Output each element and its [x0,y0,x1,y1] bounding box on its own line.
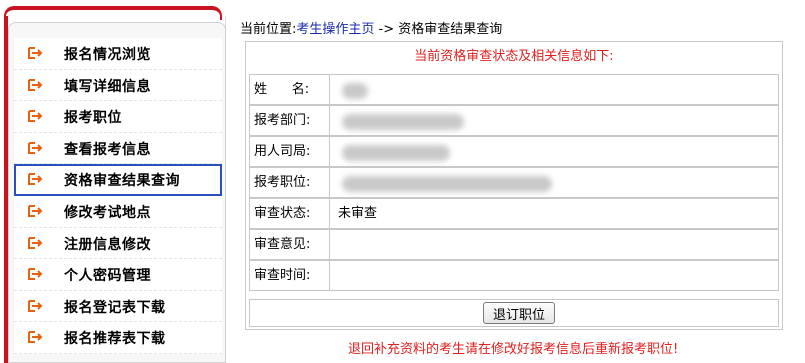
field-label: 审查意见: [250,230,330,259]
sidebar: 报名情况浏览 填写详细信息 报考职位 查看报考信息 资格审查结果查询 修改考试地… [0,0,230,363]
review-result-panel: 当前资格审查状态及相关信息如下: 姓 名: 报考部门: 用人司局: 报考职位: … [245,41,783,330]
sidebar-item-view-application[interactable]: 查看报考信息 [14,132,222,165]
field-label: 姓 名: [250,75,330,104]
arrow-exit-icon [28,299,43,312]
field-row-employer: 用人司局: [249,136,779,167]
sidebar-item-label: 查看报考信息 [64,141,151,158]
field-row-position: 报考职位: [249,167,779,198]
breadcrumb-home-link[interactable]: 考生操作主页 [296,22,374,37]
sidebar-item-label: 报名登记表下载 [64,299,166,316]
breadcrumb: 当前位置:考生操作主页 -> 资格审查结果查询 [240,18,502,37]
sidebar-item-label: 资格审查结果查询 [64,173,180,190]
arrow-exit-icon [28,141,43,154]
sidebar-item-change-exam-location[interactable]: 修改考试地点 [14,195,222,228]
field-row-time: 审查时间: [249,260,779,291]
sidebar-menu: 报名情况浏览 填写详细信息 报考职位 查看报考信息 资格审查结果查询 修改考试地… [14,38,222,354]
arrow-exit-icon [28,173,43,186]
arrow-exit-icon [28,331,43,344]
redacted-value [342,114,464,130]
field-row-department: 报考部门: [249,105,779,136]
sidebar-item-download-recommendation-form[interactable]: 报名推荐表下载 [14,322,222,354]
field-row-opinion: 审查意见: [249,229,779,260]
field-label: 报考部门: [250,106,330,135]
breadcrumb-separator: -> [374,22,395,37]
sidebar-item-label: 个人密码管理 [64,268,151,285]
field-row-status: 审查状态: 未审查 [249,198,779,229]
arrow-exit-icon [28,268,43,281]
redacted-value [342,83,368,99]
sidebar-item-label: 填写详细信息 [64,78,151,95]
sidebar-item-label: 报考职位 [64,110,122,127]
sidebar-item-apply-position[interactable]: 报考职位 [14,101,222,133]
field-label: 审查时间: [250,261,330,290]
field-label: 审查状态: [250,199,330,228]
redacted-value [342,145,450,161]
sidebar-item-label: 报名推荐表下载 [64,331,166,348]
sidebar-item-registration-overview[interactable]: 报名情况浏览 [14,38,222,70]
sidebar-item-label: 报名情况浏览 [64,47,151,63]
field-row-name: 姓 名: [249,74,779,105]
arrow-exit-icon [28,47,43,59]
arrow-exit-icon [28,204,43,217]
sidebar-item-edit-registration[interactable]: 注册信息修改 [14,227,222,260]
arrow-exit-icon [28,236,43,249]
sidebar-item-download-registration-form[interactable]: 报名登记表下载 [14,290,222,323]
breadcrumb-current: 资格审查结果查询 [398,22,503,37]
field-label: 用人司局: [250,137,330,166]
field-value: 未审查 [338,206,378,221]
breadcrumb-prefix: 当前位置: [240,22,297,37]
sidebar-item-review-result[interactable]: 资格审查结果查询 [14,164,222,196]
resubmit-notice: 退回补充资料的考生请在修改好报考信息后重新报考职位! [348,342,679,357]
sidebar-item-password[interactable]: 个人密码管理 [14,259,222,291]
arrow-exit-icon [28,78,43,91]
sidebar-item-fill-details[interactable]: 填写详细信息 [14,69,222,102]
redacted-value [342,176,552,192]
sidebar-item-label: 修改考试地点 [64,204,151,221]
panel-title: 当前资格审查状态及相关信息如下: [414,49,614,64]
field-label: 报考职位: [250,168,330,197]
sidebar-item-label: 注册信息修改 [64,236,151,253]
button-row: 退订职位 [249,299,779,327]
withdraw-position-button[interactable]: 退订职位 [483,302,555,324]
arrow-exit-icon [28,110,43,123]
